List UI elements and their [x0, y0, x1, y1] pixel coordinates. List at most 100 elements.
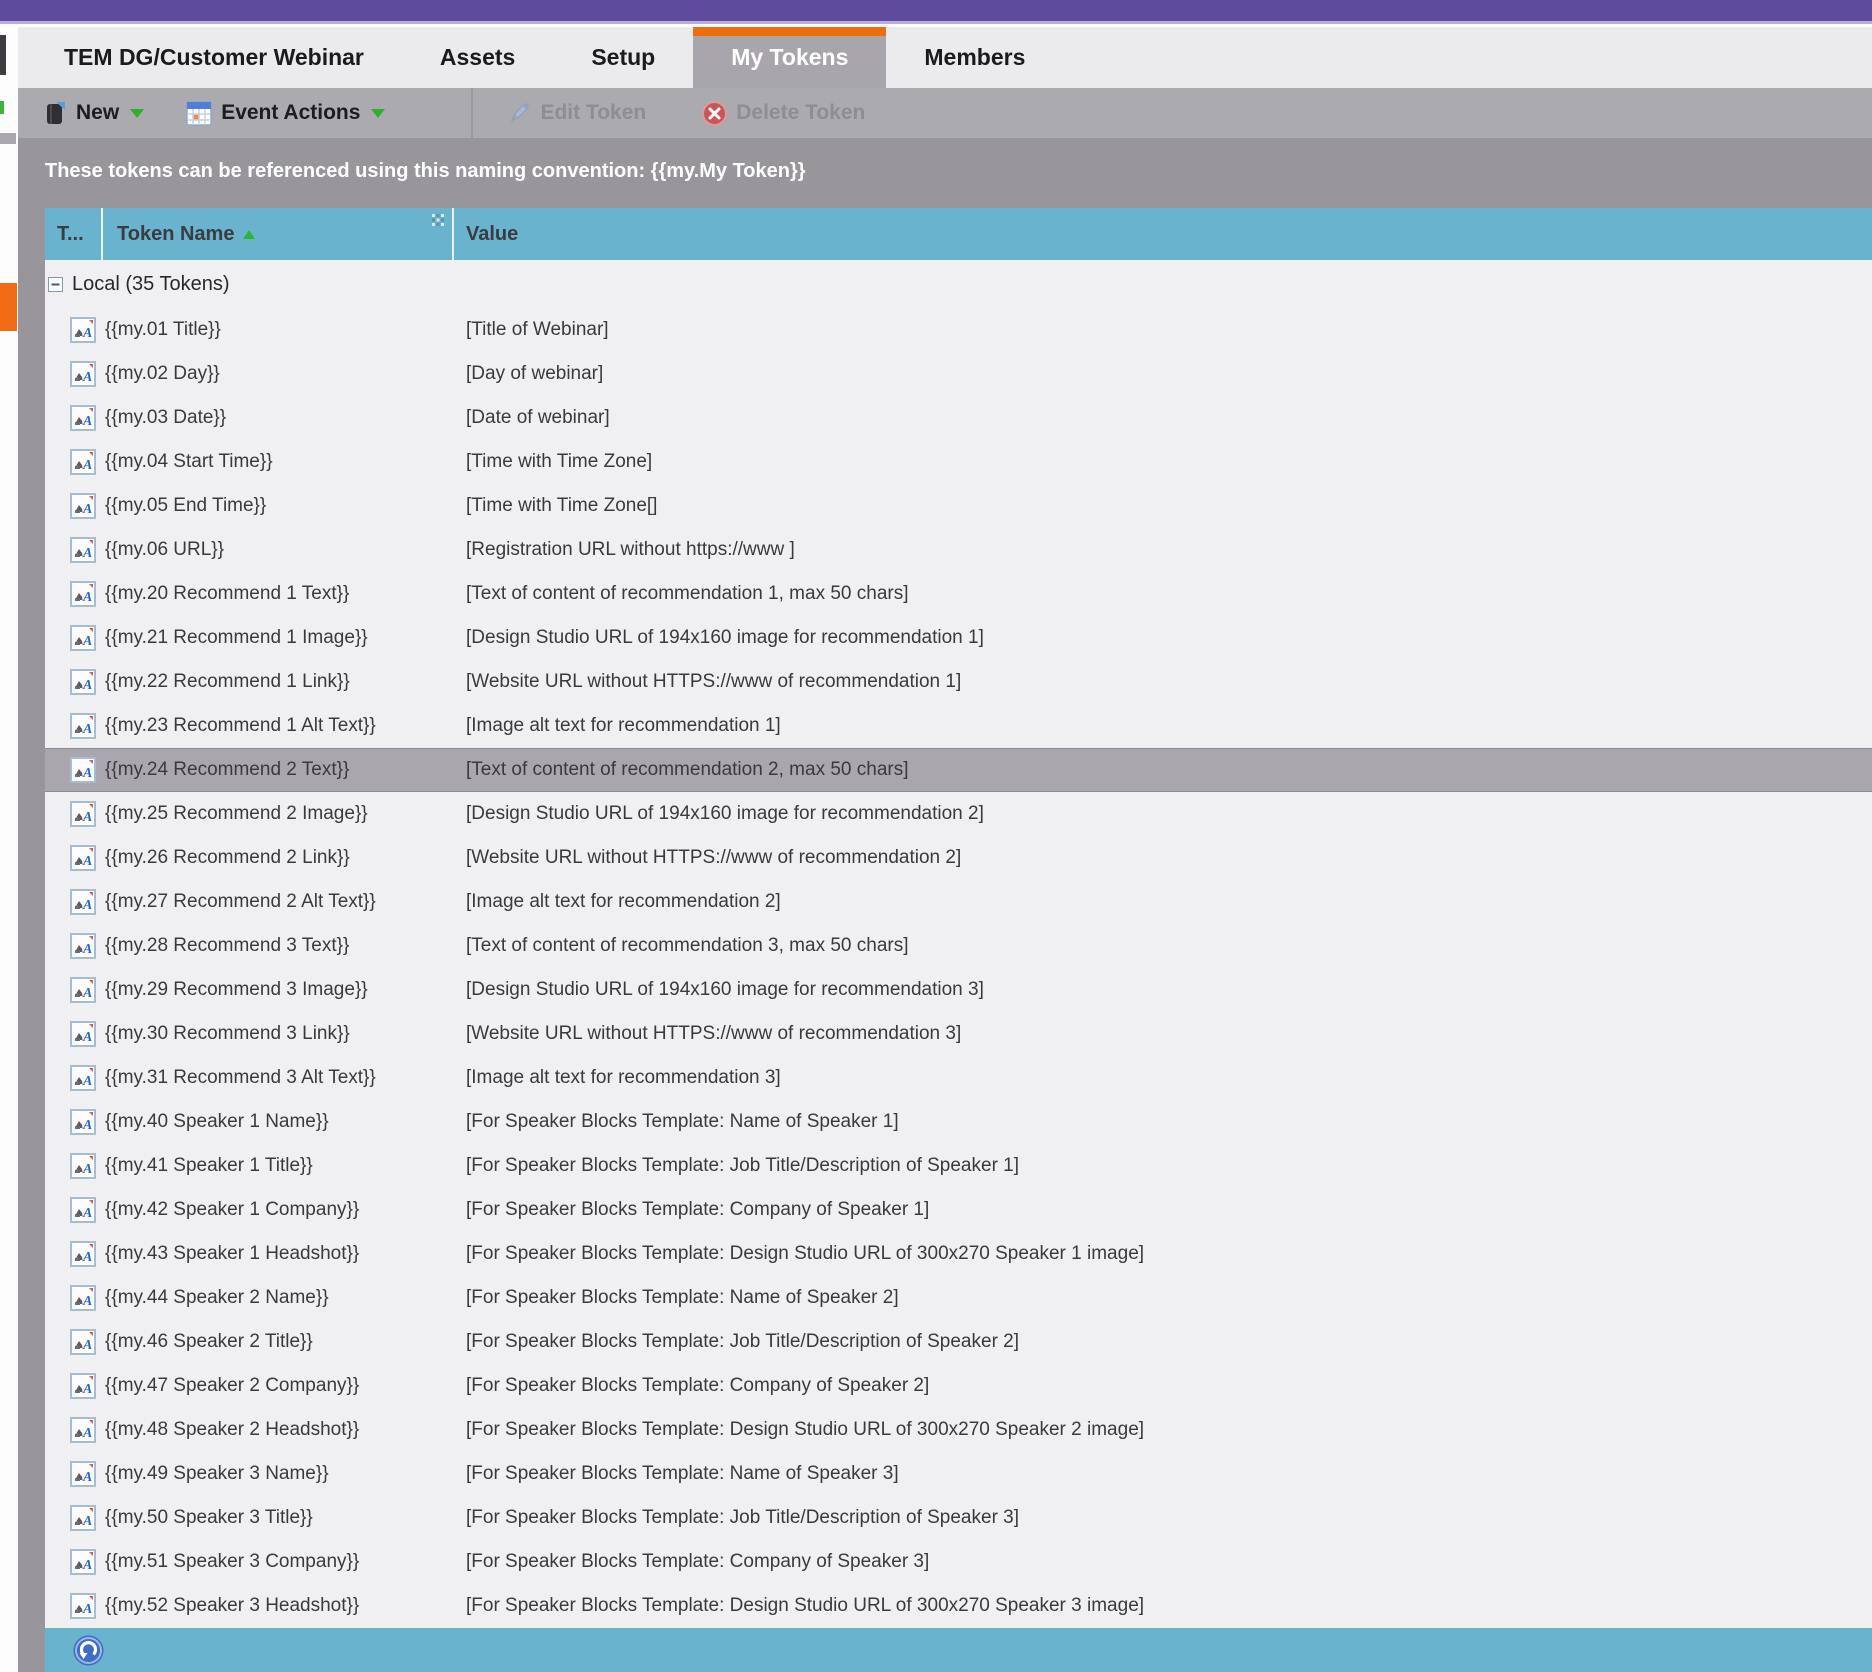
rich-text-token-icon: A: [70, 757, 96, 783]
token-value-cell: [Text of content of recommendation 1, ma…: [466, 583, 909, 604]
rich-text-token-icon: A: [70, 537, 96, 563]
collapse-group-icon[interactable]: [48, 276, 63, 292]
svg-text:A: A: [82, 1118, 92, 1133]
token-name-cell: {{my.22 Recommend 1 Link}}: [105, 671, 350, 692]
delete-token-button[interactable]: Delete Token: [702, 100, 865, 126]
token-type-cell: A: [45, 1505, 103, 1531]
table-row[interactable]: A {{my.25 Recommend 2 Image}} [Design St…: [45, 792, 1872, 836]
table-row[interactable]: A {{my.31 Recommend 3 Alt Text}} [Image …: [45, 1056, 1872, 1100]
table-row[interactable]: A {{my.51 Speaker 3 Company}} [For Speak…: [45, 1540, 1872, 1584]
event-actions-label: Event Actions: [221, 101, 361, 124]
table-row[interactable]: A {{my.29 Recommend 3 Image}} [Design St…: [45, 968, 1872, 1012]
new-button[interactable]: New: [45, 100, 145, 126]
table-row[interactable]: A {{my.48 Speaker 2 Headshot}} [For Spea…: [45, 1408, 1872, 1452]
table-row[interactable]: A {{my.40 Speaker 1 Name}} [For Speaker …: [45, 1100, 1872, 1144]
rich-text-token-icon: A: [70, 1417, 96, 1443]
refresh-icon[interactable]: [73, 1635, 104, 1666]
token-name-cell: {{my.42 Speaker 1 Company}}: [105, 1199, 360, 1220]
table-row[interactable]: A {{my.05 End Time}} [Time with Time Zon…: [45, 484, 1872, 528]
toolbar: New Event Actions Edit Token Delete Toke…: [18, 88, 1872, 138]
rich-text-token-icon: A: [70, 1109, 96, 1135]
column-drag-handle-icon[interactable]: [432, 214, 444, 226]
token-value-cell: [Time with Time Zone]: [466, 451, 653, 472]
table-row[interactable]: A {{my.46 Speaker 2 Title}} [For Speaker…: [45, 1320, 1872, 1364]
group-label: Local (35 Tokens): [72, 272, 230, 295]
rich-text-token-icon: A: [70, 669, 96, 695]
token-name-cell: {{my.41 Speaker 1 Title}}: [105, 1155, 313, 1176]
token-type-cell: A: [45, 625, 103, 651]
token-value-cell: [Website URL without HTTPS://www of reco…: [466, 1023, 962, 1044]
table-row[interactable]: A {{my.30 Recommend 3 Link}} [Website UR…: [45, 1012, 1872, 1056]
table-row[interactable]: A {{my.01 Title}} [Title of Webinar]: [45, 308, 1872, 352]
table-row[interactable]: A {{my.41 Speaker 1 Title}} [For Speaker…: [45, 1144, 1872, 1188]
tab-assets[interactable]: Assets: [402, 27, 553, 88]
tab-setup[interactable]: Setup: [553, 27, 693, 88]
svg-text:A: A: [82, 898, 92, 913]
edit-token-button[interactable]: Edit Token: [507, 101, 646, 125]
token-type-cell: A: [45, 713, 103, 739]
tab-tem-dg-customer-webinar[interactable]: TEM DG/Customer Webinar: [26, 27, 402, 88]
token-name-cell: {{my.21 Recommend 1 Image}}: [105, 627, 368, 648]
svg-text:A: A: [82, 1558, 92, 1573]
table-row[interactable]: A {{my.02 Day}} [Day of webinar]: [45, 352, 1872, 396]
svg-text:A: A: [82, 590, 92, 605]
sort-ascending-icon: [243, 229, 256, 239]
svg-text:A: A: [82, 854, 92, 869]
svg-text:A: A: [82, 1162, 92, 1177]
token-value-cell: [Design Studio URL of 194x160 image for …: [466, 627, 984, 648]
table-row[interactable]: A {{my.24 Recommend 2 Text}} [Text of co…: [45, 748, 1872, 792]
new-dropdown-caret-icon[interactable]: [130, 108, 145, 118]
rich-text-token-icon: A: [70, 1373, 96, 1399]
table-row[interactable]: A {{my.28 Recommend 3 Text}} [Text of co…: [45, 924, 1872, 968]
token-type-cell: A: [45, 1373, 103, 1399]
table-row[interactable]: A {{my.03 Date}} [Date of webinar]: [45, 396, 1872, 440]
table-row[interactable]: A {{my.26 Recommend 2 Link}} [Website UR…: [45, 836, 1872, 880]
rich-text-token-icon: A: [70, 1285, 96, 1311]
group-row-local[interactable]: Local (35 Tokens): [45, 260, 1872, 308]
tab-label: Setup: [591, 44, 656, 70]
token-value-cell: [Text of content of recommendation 2, ma…: [466, 759, 909, 780]
table-row[interactable]: A {{my.27 Recommend 2 Alt Text}} [Image …: [45, 880, 1872, 924]
event-actions-dropdown-caret-icon[interactable]: [371, 108, 386, 118]
token-name-cell: {{my.46 Speaker 2 Title}}: [105, 1331, 313, 1352]
svg-text:A: A: [82, 1338, 92, 1353]
token-value-cell: [Website URL without HTTPS://www of reco…: [466, 847, 962, 868]
token-name-cell: {{my.29 Recommend 3 Image}}: [105, 979, 368, 1000]
table-row[interactable]: A {{my.06 URL}} [Registration URL withou…: [45, 528, 1872, 572]
tab-members[interactable]: Members: [886, 27, 1063, 88]
column-header-value-label: Value: [466, 222, 519, 245]
rich-text-token-icon: A: [70, 449, 96, 475]
column-header-value[interactable]: Value: [454, 208, 1872, 260]
rich-text-token-icon: A: [70, 1021, 96, 1047]
table-row[interactable]: A {{my.52 Speaker 3 Headshot}} [For Spea…: [45, 1584, 1872, 1628]
table-row[interactable]: A {{my.44 Speaker 2 Name}} [For Speaker …: [45, 1276, 1872, 1320]
svg-text:A: A: [82, 1382, 92, 1397]
event-actions-button[interactable]: Event Actions: [186, 100, 386, 126]
rich-text-token-icon: A: [70, 581, 96, 607]
table-row[interactable]: A {{my.43 Speaker 1 Headshot}} [For Spea…: [45, 1232, 1872, 1276]
table-row[interactable]: A {{my.47 Speaker 2 Company}} [For Speak…: [45, 1364, 1872, 1408]
token-name-cell: {{my.23 Recommend 1 Alt Text}}: [105, 715, 376, 736]
token-type-cell: A: [45, 581, 103, 607]
rich-text-token-icon: A: [70, 1329, 96, 1355]
tab-my-tokens[interactable]: My Tokens: [693, 27, 887, 88]
column-header-token-name[interactable]: Token Name: [103, 208, 454, 260]
edit-token-label: Edit Token: [540, 101, 647, 124]
table-row[interactable]: A {{my.50 Speaker 3 Title}} [For Speaker…: [45, 1496, 1872, 1540]
table-row[interactable]: A {{my.04 Start Time}} [Time with Time Z…: [45, 440, 1872, 484]
token-value-cell: [For Speaker Blocks Template: Job Title/…: [466, 1331, 1020, 1352]
table-row[interactable]: A {{my.21 Recommend 1 Image}} [Design St…: [45, 616, 1872, 660]
table-row[interactable]: A {{my.23 Recommend 1 Alt Text}} [Image …: [45, 704, 1872, 748]
svg-text:A: A: [82, 546, 92, 561]
token-type-cell: A: [45, 537, 103, 563]
svg-text:A: A: [82, 1250, 92, 1265]
column-header-type[interactable]: T...: [45, 208, 103, 260]
table-row[interactable]: A {{my.22 Recommend 1 Link}} [Website UR…: [45, 660, 1872, 704]
svg-text:A: A: [82, 414, 92, 429]
table-row[interactable]: A {{my.42 Speaker 1 Company}} [For Speak…: [45, 1188, 1872, 1232]
rich-text-token-icon: A: [70, 1153, 96, 1179]
table-row[interactable]: A {{my.49 Speaker 3 Name}} [For Speaker …: [45, 1452, 1872, 1496]
table-row[interactable]: A {{my.20 Recommend 1 Text}} [Text of co…: [45, 572, 1872, 616]
app-top-bar: [0, 0, 1872, 24]
token-type-cell: A: [45, 1153, 103, 1179]
